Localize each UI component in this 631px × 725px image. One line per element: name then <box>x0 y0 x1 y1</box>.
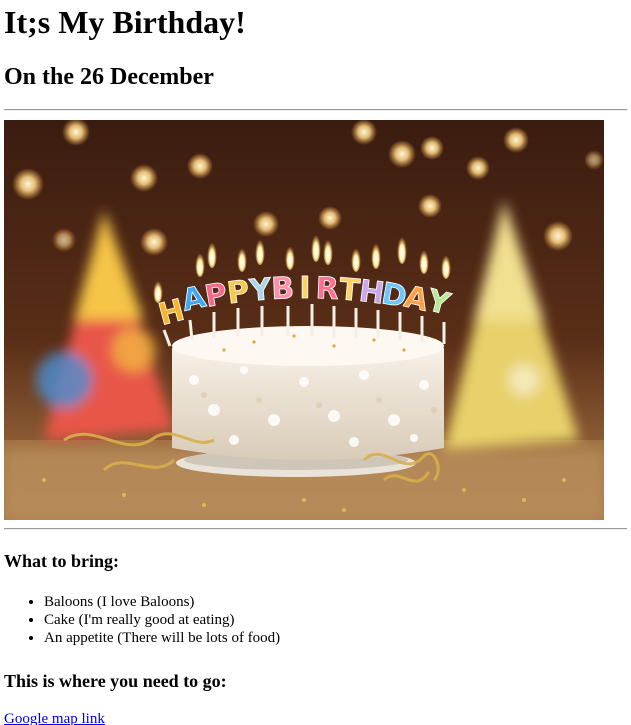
list-item: An appetite (There will be lots of food) <box>44 629 627 647</box>
list-item: Cake (I'm really good at eating) <box>44 611 627 629</box>
list-item: Baloons (I love Baloons) <box>44 593 627 611</box>
divider <box>4 109 627 111</box>
bring-heading: What to bring: <box>4 551 120 571</box>
page: It;s My Birthday! On the 26 December H A… <box>0 0 631 725</box>
divider <box>4 528 627 530</box>
candle-letter: B <box>271 271 295 307</box>
candle-letter: R <box>315 271 340 307</box>
bring-list: Baloons (I love Baloons) Cake (I'm reall… <box>4 593 627 647</box>
directions-heading: This is where you need to go: <box>4 671 227 691</box>
page-title: It;s My Birthday! <box>4 4 246 40</box>
birthday-cake-photo: HAPPYB I RTHDAY <box>4 120 604 520</box>
page-subtitle: On the 26 December <box>4 64 214 90</box>
candle-letter: I <box>299 271 310 306</box>
google-map-link[interactable]: Google map link <box>4 710 105 725</box>
candle-letter: P <box>225 274 251 312</box>
